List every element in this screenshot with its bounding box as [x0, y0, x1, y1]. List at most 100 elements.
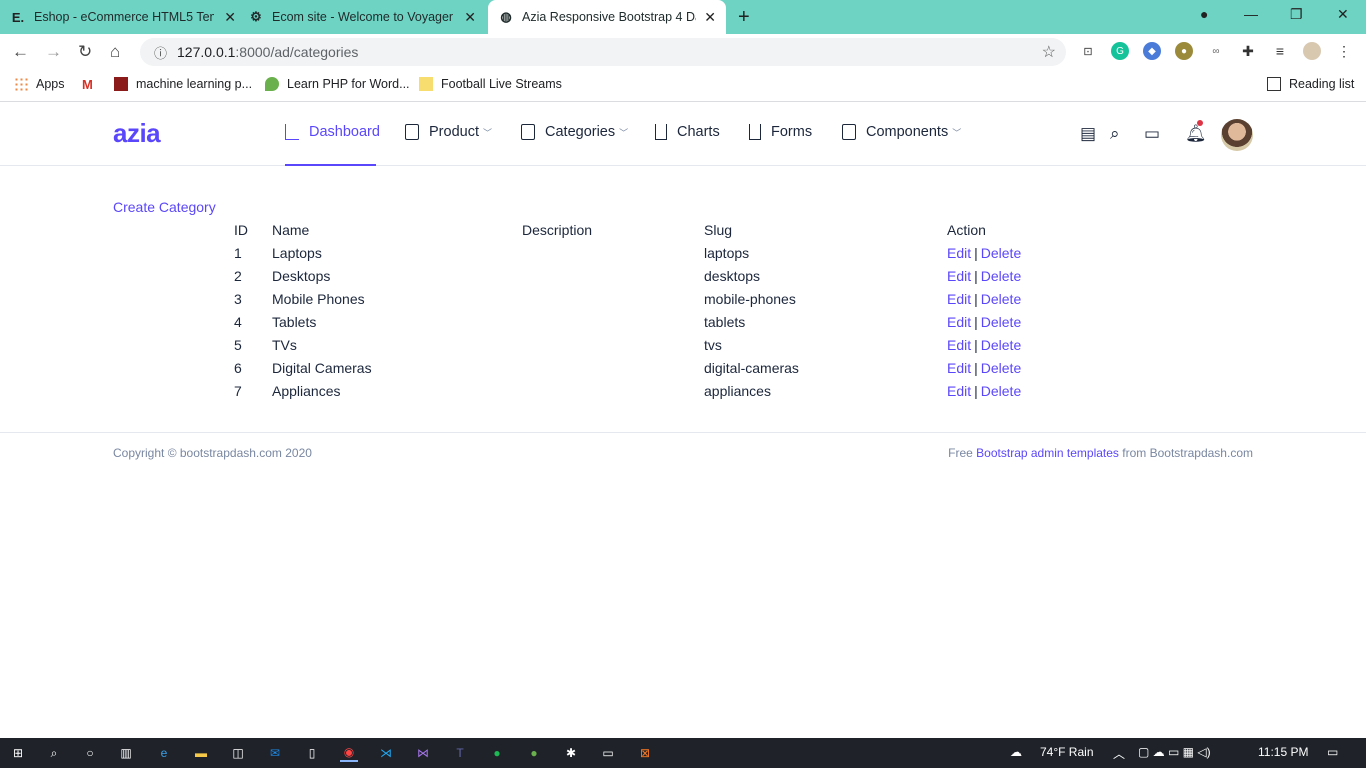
task-view-icon[interactable]: ▥	[117, 744, 135, 762]
weather-icon[interactable]: ☁	[1010, 745, 1022, 759]
nav-label: Categories	[545, 124, 616, 140]
header-id: ID	[234, 221, 248, 238]
cell-id: 4	[234, 313, 242, 330]
action-separator: |	[974, 290, 978, 307]
extension-icon[interactable]: ⊡	[1079, 42, 1097, 60]
edit-link[interactable]: Edit	[947, 383, 971, 399]
app-header: azia Dashboard Product ﹀ Categories ﹀ Ch…	[0, 102, 1366, 166]
delete-link[interactable]: Delete	[981, 291, 1021, 307]
gmail-icon: M	[82, 77, 93, 92]
delete-link[interactable]: Delete	[981, 268, 1021, 284]
browser-tab-voyager[interactable]: ⚙ Ecom site - Welcome to Voyager ✕	[248, 0, 486, 34]
reading-list-label: Reading list	[1289, 77, 1355, 91]
tray-overflow-icon[interactable]: ︿	[1113, 745, 1125, 762]
edit-link[interactable]: Edit	[947, 268, 971, 284]
teams-icon[interactable]: T	[451, 744, 469, 762]
xampp-icon[interactable]: ⊠	[636, 744, 654, 762]
visual-studio-icon[interactable]: ⋈	[414, 744, 432, 762]
home-icon[interactable]: ⌂	[110, 42, 120, 62]
profile-dropdown-icon[interactable]: ●	[1200, 6, 1208, 22]
nav-categories[interactable]: Categories ﹀	[521, 124, 628, 140]
edit-link[interactable]: Edit	[947, 245, 971, 261]
delete-link[interactable]: Delete	[981, 360, 1021, 376]
close-tab-icon[interactable]: ✕	[704, 9, 716, 26]
edit-link[interactable]: Edit	[947, 360, 971, 376]
minimize-icon[interactable]: —	[1244, 6, 1258, 22]
more-menu-icon[interactable]: ⋮	[1335, 42, 1353, 60]
back-icon[interactable]: ←	[12, 42, 29, 62]
forward-icon[interactable]: →	[45, 42, 62, 62]
restore-icon[interactable]: ❐	[1290, 6, 1303, 23]
nav-components[interactable]: Components ﹀	[842, 124, 961, 140]
create-category-link[interactable]: Create Category	[113, 199, 216, 215]
file-text-icon[interactable]: ▤	[1080, 124, 1096, 144]
puzzle-icon[interactable]: ✚	[1239, 42, 1257, 60]
cell-action: Edit | Delete	[943, 310, 1063, 333]
mail-icon[interactable]: ✉	[266, 744, 284, 762]
bookmark-learn-php[interactable]: Learn PHP for Word...	[265, 77, 410, 91]
tray-icons[interactable]: ▢ ☁ ▭ ▦ ◁)	[1138, 745, 1211, 759]
site-info-icon[interactable]: ⓘ	[154, 43, 167, 62]
close-tab-icon[interactable]: ✕	[224, 9, 236, 26]
edit-link[interactable]: Edit	[947, 314, 971, 330]
clock-time[interactable]: 11:15 PM	[1258, 745, 1308, 759]
close-window-icon[interactable]: ✕	[1337, 6, 1349, 23]
footer-suffix: from Bootstrapdash.com	[1122, 446, 1253, 460]
edge-icon[interactable]: e	[155, 744, 173, 762]
terminal-icon[interactable]: ▭	[599, 744, 617, 762]
document-icon	[405, 124, 419, 140]
bell-icon[interactable]: 🔔︎	[1185, 124, 1207, 144]
azia-logo[interactable]: azia	[113, 118, 161, 149]
bookmark-label: Apps	[36, 77, 65, 91]
weather-text[interactable]: 74°F Rain	[1040, 745, 1094, 759]
browser-tab-eshop[interactable]: E. Eshop - eCommerce HTML5 Tem ✕	[10, 0, 246, 34]
cortana-icon[interactable]: ○	[81, 744, 99, 762]
notifications-icon[interactable]: ▭	[1327, 745, 1338, 759]
nav-product[interactable]: Product ﹀	[405, 124, 492, 140]
avatar[interactable]	[1221, 119, 1253, 151]
edit-link[interactable]: Edit	[947, 337, 971, 353]
windows-start-icon[interactable]: ⊞	[9, 744, 27, 762]
extension-icon[interactable]: ●	[1175, 42, 1193, 60]
extension-icon[interactable]: ∞	[1207, 42, 1225, 60]
messages-icon[interactable]: ▭	[1144, 124, 1160, 144]
search-icon[interactable]: ⌕	[1110, 124, 1120, 144]
bookmark-apps[interactable]: Apps	[14, 77, 65, 91]
reading-list-button[interactable]: Reading list	[1267, 77, 1354, 91]
nav-forms[interactable]: Forms	[749, 124, 812, 140]
address-bar[interactable]: ⓘ 127.0.0.1:8000/ad/categories ☆	[140, 38, 1066, 66]
header-description: Description	[522, 221, 593, 238]
vscode-icon[interactable]: ⋊	[377, 744, 395, 762]
nav-dashboard[interactable]: Dashboard	[285, 124, 380, 140]
extension-icon[interactable]: ◆	[1143, 42, 1161, 60]
footer-prefix: Free	[948, 446, 973, 460]
profile-avatar-icon[interactable]	[1303, 42, 1321, 60]
delete-link[interactable]: Delete	[981, 314, 1021, 330]
nav-charts[interactable]: Charts	[655, 124, 720, 140]
new-tab-button[interactable]: +	[738, 6, 750, 29]
chrome-icon[interactable]: ◉	[340, 744, 358, 762]
bookmark-label: Football Live Streams	[441, 77, 562, 91]
delete-link[interactable]: Delete	[981, 245, 1021, 261]
grammarly-icon[interactable]: G	[1111, 42, 1129, 60]
reload-icon[interactable]: ↻	[78, 42, 92, 62]
bookmark-star-icon[interactable]: ☆	[1042, 42, 1056, 62]
edit-link[interactable]: Edit	[947, 291, 971, 307]
bootstrap-templates-link[interactable]: Bootstrap admin templates	[976, 446, 1119, 460]
file-explorer-icon[interactable]: ▬	[192, 744, 210, 762]
cell-id: 3	[234, 290, 242, 307]
browser-tab-azia[interactable]: ◍ Azia Responsive Bootstrap 4 Dash ✕	[488, 0, 726, 34]
spotify-icon[interactable]: ●	[488, 744, 506, 762]
bookmark-football[interactable]: Football Live Streams	[419, 77, 562, 91]
delete-link[interactable]: Delete	[981, 337, 1021, 353]
bookmark-gmail[interactable]: M	[82, 77, 104, 92]
media-icon[interactable]: ≡	[1271, 42, 1289, 60]
close-tab-icon[interactable]: ✕	[464, 9, 476, 26]
search-icon[interactable]: ⌕	[45, 744, 63, 762]
utorrent-icon[interactable]: ●	[525, 744, 543, 762]
bookmark-machine-learning[interactable]: machine learning p...	[114, 77, 252, 91]
slack-icon[interactable]: ✱	[562, 744, 580, 762]
store-icon[interactable]: ◫	[229, 744, 247, 762]
notepad-icon[interactable]: ▯	[303, 744, 321, 762]
delete-link[interactable]: Delete	[981, 383, 1021, 399]
